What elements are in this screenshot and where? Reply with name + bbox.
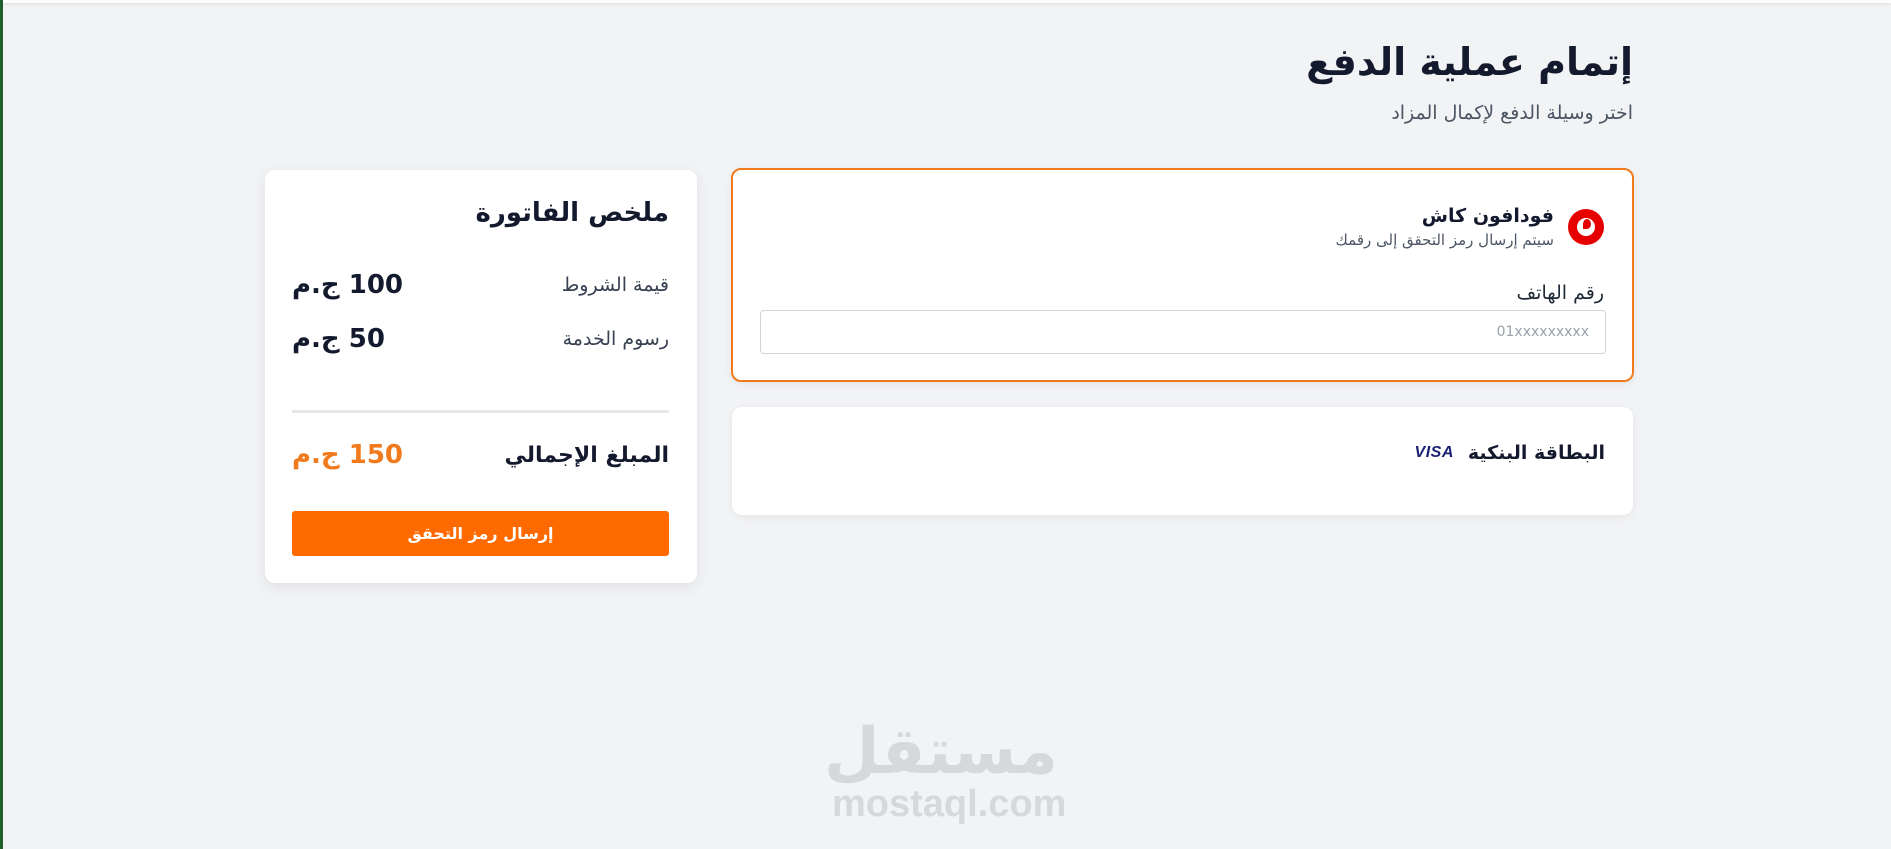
vodafone-method-name: فودافون كاش [1421, 205, 1554, 227]
visa-icon: VISA [1414, 444, 1454, 461]
invoice-row-service-fee: رسوم الخدمة 50 ج.م [292, 324, 669, 354]
mostaql-watermark: مستقل mostaql.com [823, 715, 1067, 825]
page-title: إتمام عملية الدفع [1306, 40, 1633, 84]
vodafone-method-text: فودافون كاش سيتم إرسال رمز التحقق إلى رق… [1336, 204, 1554, 250]
terms-label: قيمة الشروط [561, 274, 669, 296]
page-header: إتمام عملية الدفع اختر وسيلة الدفع لإكما… [1306, 36, 1633, 126]
terms-value: 100 ج.م [292, 270, 404, 300]
vodafone-method-header: فودافون كاش سيتم إرسال رمز التحقق إلى رق… [1336, 204, 1604, 250]
invoice-summary-card: ملخص الفاتورة قيمة الشروط 100 ج.م رسوم ا… [265, 170, 697, 583]
invoice-divider [292, 410, 669, 413]
total-label: المبلغ الإجمالي [504, 442, 669, 468]
top-navbar [3, 0, 1891, 3]
payment-method-bank-card[interactable]: البطاقة البنكية VISA [732, 407, 1633, 515]
send-verification-code-button[interactable]: إرسال رمز التحقق [292, 511, 669, 556]
phone-label: رقم الهاتف [1516, 282, 1604, 304]
invoice-title: ملخص الفاتورة [475, 198, 669, 228]
service-fee-label: رسوم الخدمة [562, 328, 669, 350]
window-left-edge [0, 0, 3, 849]
watermark-latin-text: mostaql.com [832, 783, 1067, 825]
invoice-row-total: المبلغ الإجمالي 150 ج.م [292, 440, 669, 470]
page-subtitle: اختر وسيلة الدفع لإكمال المزاد [1391, 102, 1633, 124]
service-fee-value: 50 ج.م [292, 324, 385, 354]
bank-card-method-name: البطاقة البنكية [1467, 442, 1605, 464]
vodafone-method-description: سيتم إرسال رمز التحقق إلى رقمك [1335, 231, 1554, 249]
watermark-arabic-text: مستقل [823, 715, 1058, 789]
invoice-row-terms: قيمة الشروط 100 ج.م [292, 270, 669, 300]
payment-method-vodafone-cash[interactable]: فودافون كاش سيتم إرسال رمز التحقق إلى رق… [731, 168, 1634, 382]
vodafone-logo-icon [1568, 209, 1604, 245]
total-value: 150 ج.م [292, 440, 404, 470]
bank-card-header: البطاقة البنكية VISA [1415, 441, 1605, 465]
phone-number-input[interactable] [760, 310, 1606, 354]
